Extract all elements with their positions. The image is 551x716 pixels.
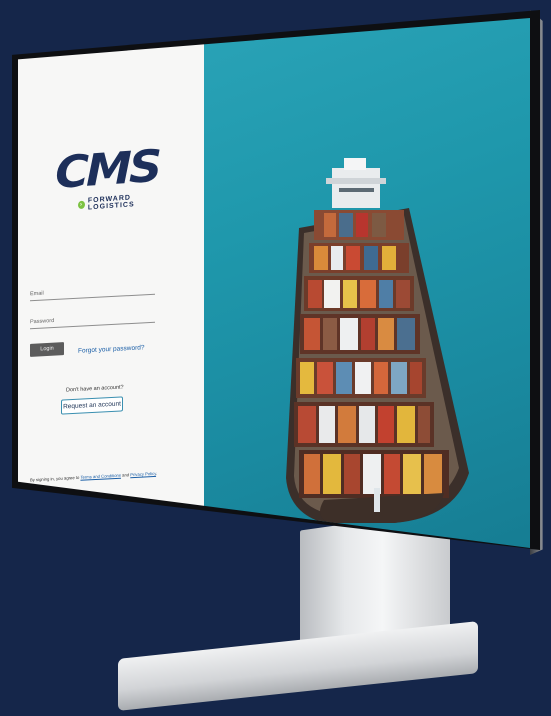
monitor-stand-base: [118, 621, 478, 711]
hero-image: [204, 18, 530, 548]
email-label: Email: [30, 290, 44, 298]
monitor: CMS › FORWARD LOGISTICS Email Password L…: [0, 0, 551, 716]
email-field[interactable]: Email: [30, 284, 155, 302]
arrow-right-icon: ›: [78, 200, 85, 210]
no-account-text: Don't have an account?: [66, 384, 124, 394]
terms-prefix: By signing in, you agree to: [30, 474, 81, 483]
password-label: Password: [30, 318, 55, 326]
login-button[interactable]: Login: [30, 342, 64, 357]
request-account-button[interactable]: Request an account: [61, 396, 123, 415]
terms-suffix: .: [156, 470, 158, 476]
privacy-link[interactable]: Privacy Policy: [130, 471, 156, 477]
logo-brand: CMS: [55, 140, 159, 200]
forgot-password-link[interactable]: Forgot your password?: [78, 344, 144, 354]
terms-link[interactable]: Terms and Conditions: [80, 473, 121, 480]
cms-logo: CMS › FORWARD LOGISTICS: [55, 141, 168, 212]
container-ship-image: [286, 158, 469, 523]
login-panel: CMS › FORWARD LOGISTICS Email Password L…: [18, 18, 204, 548]
terms-notice: By signing in, you agree to Terms and Co…: [30, 469, 200, 483]
monitor-screen: CMS › FORWARD LOGISTICS Email Password L…: [18, 18, 530, 548]
password-field[interactable]: Password: [30, 312, 155, 330]
terms-mid: and: [120, 472, 131, 478]
